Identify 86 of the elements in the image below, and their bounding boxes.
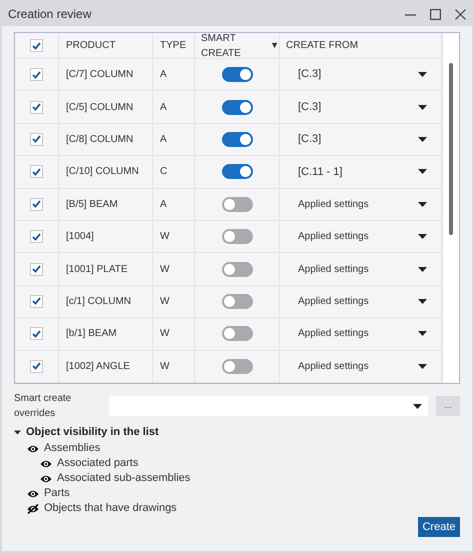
checkbox[interactable] bbox=[30, 165, 43, 178]
table-cell-text: [1002] ANGLE bbox=[66, 360, 130, 374]
table-cell-text: [C/5] COLUMN bbox=[66, 100, 134, 115]
dropdown-caret-icon bbox=[418, 266, 427, 272]
toggle-switch[interactable] bbox=[222, 132, 252, 147]
table-cell-text: A bbox=[160, 100, 167, 115]
toggle-switch[interactable] bbox=[222, 229, 252, 244]
toggle-switch[interactable] bbox=[222, 326, 252, 342]
toggle-switch[interactable] bbox=[222, 262, 252, 277]
table-cell-text: A bbox=[160, 68, 167, 82]
dropdown-caret-icon bbox=[418, 72, 427, 78]
scrollbar-thumb[interactable] bbox=[449, 63, 453, 235]
dropdown-caret-icon bbox=[418, 234, 427, 240]
table-cell-text: [1004] bbox=[66, 230, 94, 244]
dropdown-caret-icon bbox=[418, 364, 427, 369]
visibility-item[interactable]: Associated sub-assemblies bbox=[57, 470, 190, 487]
dropdown-caret-icon bbox=[418, 104, 427, 110]
table-cell-text: [c/1] COLUMN bbox=[66, 294, 132, 309]
dropdown-caret-icon bbox=[418, 331, 427, 336]
checkbox[interactable] bbox=[30, 198, 43, 211]
checkbox[interactable] bbox=[30, 294, 43, 308]
checkbox[interactable] bbox=[30, 360, 43, 373]
checkbox[interactable] bbox=[30, 39, 43, 52]
overrides-label: Smart create overrides bbox=[14, 392, 72, 421]
window-title: Creation review bbox=[8, 6, 92, 23]
table-cell-text: C bbox=[160, 165, 168, 180]
maximize-icon[interactable] bbox=[430, 8, 441, 20]
toggle-switch[interactable] bbox=[222, 100, 252, 115]
browse-button[interactable]: ... bbox=[436, 396, 460, 416]
caret-down-icon[interactable] bbox=[14, 428, 21, 436]
dropdown-caret-icon bbox=[418, 202, 427, 207]
column-header[interactable]: SMART CREATE bbox=[201, 33, 266, 60]
toggle-switch[interactable] bbox=[222, 67, 252, 82]
visibility-item[interactable]: Objects that have drawings bbox=[44, 500, 177, 517]
table-cell-text: W bbox=[160, 327, 170, 342]
table-cell-text: [b/1] BEAM bbox=[66, 327, 117, 342]
visibility-item[interactable]: Assemblies bbox=[44, 440, 100, 457]
section-title[interactable]: Object visibility in the list bbox=[26, 424, 159, 440]
column-header[interactable]: CREATE FROM bbox=[286, 38, 358, 53]
eye-icon bbox=[27, 488, 39, 498]
table-cell-text: [C/10] COLUMN bbox=[66, 165, 139, 180]
dropdown-caret-icon bbox=[418, 136, 427, 142]
table-cell-text: [B/5] BEAM bbox=[66, 198, 118, 212]
table-cell-text: [C/8] COLUMN bbox=[66, 132, 134, 147]
checkbox[interactable] bbox=[30, 327, 43, 340]
table-cell-text: W bbox=[160, 230, 170, 244]
table-cell-text: W bbox=[160, 360, 170, 374]
dropdown-caret-icon bbox=[418, 298, 427, 304]
table-cell-text: A bbox=[160, 132, 167, 147]
checkbox[interactable] bbox=[30, 230, 43, 244]
dropdown-value[interactable]: Applied settings bbox=[298, 196, 418, 212]
dropdown-value[interactable]: Applied settings bbox=[298, 294, 418, 309]
checkbox[interactable] bbox=[30, 68, 43, 82]
table-cell-text: W bbox=[160, 262, 170, 277]
dropdown-value[interactable]: [C.3] bbox=[298, 131, 418, 148]
eye-off-icon bbox=[27, 504, 39, 514]
eye-icon bbox=[40, 474, 52, 484]
dropdown-value[interactable]: Applied settings bbox=[298, 229, 418, 244]
table-cell-text: A bbox=[160, 198, 167, 212]
dropdown-value[interactable]: [C.11 - 1] bbox=[298, 164, 418, 180]
table-cell-text: [1001] PLATE bbox=[66, 262, 128, 277]
create-button[interactable]: Create bbox=[418, 517, 460, 537]
toggle-switch[interactable] bbox=[222, 358, 252, 374]
toggle-switch[interactable] bbox=[222, 294, 252, 309]
dropdown-value[interactable]: Applied settings bbox=[298, 262, 418, 277]
dropdown-value[interactable]: [C.3] bbox=[298, 98, 418, 116]
sort-indicator[interactable]: ▼ bbox=[270, 38, 279, 52]
dropdown-value[interactable]: Applied settings bbox=[298, 358, 418, 374]
dropdown-value[interactable]: Applied settings bbox=[298, 326, 418, 342]
table-cell-text: W bbox=[160, 294, 170, 309]
dropdown-caret-icon bbox=[413, 404, 422, 408]
toggle-switch[interactable] bbox=[222, 196, 252, 212]
column-header[interactable]: PRODUCT bbox=[66, 38, 116, 53]
checkbox[interactable] bbox=[30, 132, 43, 146]
eye-icon bbox=[40, 458, 52, 468]
eye-icon bbox=[27, 444, 39, 454]
visibility-item[interactable]: Parts bbox=[44, 485, 70, 502]
dropdown-caret-icon bbox=[418, 169, 427, 174]
close-icon[interactable] bbox=[455, 8, 466, 20]
toggle-switch[interactable] bbox=[222, 164, 252, 180]
checkbox[interactable] bbox=[30, 100, 43, 114]
column-header[interactable]: TYPE bbox=[160, 38, 186, 53]
checkbox[interactable] bbox=[30, 262, 43, 276]
visibility-item[interactable]: Associated parts bbox=[57, 455, 138, 472]
table-cell-text: [C/7] COLUMN bbox=[66, 68, 134, 82]
dropdown-value[interactable]: [C.3] bbox=[298, 66, 418, 83]
